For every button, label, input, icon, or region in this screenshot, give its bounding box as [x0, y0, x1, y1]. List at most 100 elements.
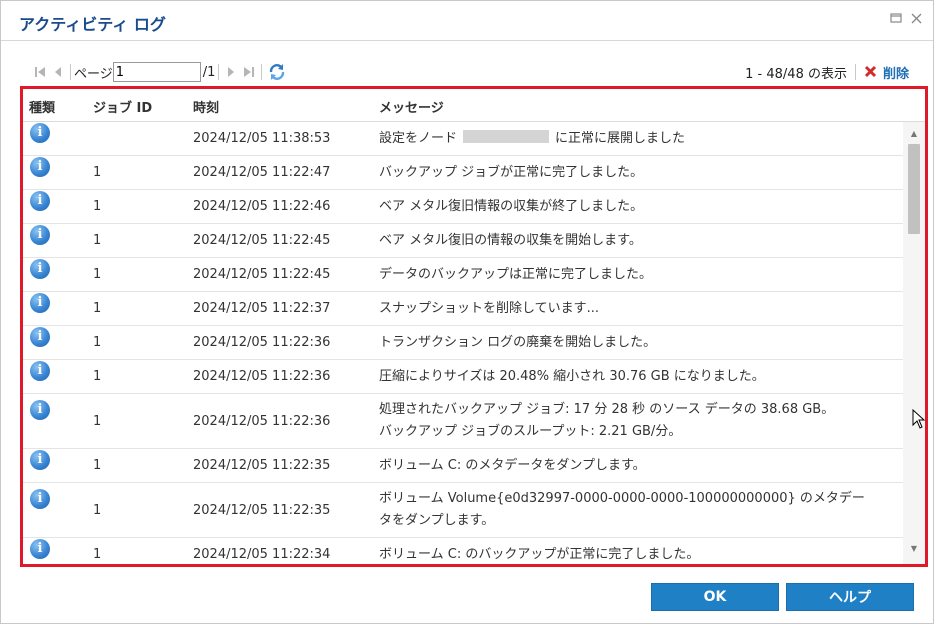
message-text: トランザクション ログの廃棄を開始しました。: [379, 335, 657, 350]
restore-icon[interactable]: [889, 11, 903, 25]
pager: ページ /1: [31, 61, 287, 83]
table-row[interactable]: i 1 2024/12/05 11:22:37 スナップショットを削除しています...: [23, 292, 903, 326]
table-row[interactable]: i 1 2024/12/05 11:22:36 圧縮によりサイズは 20.48% 縮小…: [23, 360, 903, 394]
grid-body: i 2024/12/05 11:38:53 設定をノード に正常に展開しました i 1 20…: [23, 122, 903, 564]
info-icon: i: [30, 123, 50, 143]
message-text: バックアップ ジョブが正常に完了しました。: [379, 165, 644, 180]
time-cell: 2024/12/05 11:22:47: [193, 165, 331, 180]
time-cell: 2024/12/05 11:38:53: [193, 131, 331, 146]
column-header-job-id[interactable]: ジョブ ID: [93, 97, 152, 116]
toolbar-right: 1 - 48/48 の表示 削除: [745, 61, 909, 83]
delete-button[interactable]: 削除: [883, 63, 909, 82]
info-icon: i: [30, 400, 50, 420]
info-icon: i: [30, 157, 50, 177]
message-cell: バックアップ ジョブが正常に完了しました。: [379, 162, 643, 184]
close-icon[interactable]: [909, 11, 923, 25]
column-header-message[interactable]: メッセージ: [379, 97, 444, 116]
prev-page-icon[interactable]: [49, 63, 67, 81]
scroll-down-icon[interactable]: ▼: [903, 540, 925, 556]
delete-icon[interactable]: [864, 63, 877, 82]
message-text: 設定をノード: [379, 131, 458, 146]
message-text: データのバックアップは正常に完了しました。: [379, 267, 653, 282]
log-grid: 種類 ジョブ ID 時刻 メッセージ i 2024/12/05 11:38:53 設…: [20, 86, 928, 567]
time-cell: 2024/12/05 11:22:45: [193, 267, 331, 282]
column-header-type[interactable]: 種類: [29, 97, 55, 116]
table-row[interactable]: i 1 2024/12/05 11:22:45 ベア メタル復旧の情報の収集を開始しま…: [23, 224, 903, 258]
message-cell: ボリューム C: のメタデータをダンプします。: [379, 455, 646, 477]
display-count: 1 - 48/48 の表示: [745, 66, 847, 82]
info-icon: i: [30, 293, 50, 313]
job-id-cell: 1: [93, 369, 102, 384]
table-row[interactable]: i 1 2024/12/05 11:22:36 トランザクション ログの廃棄を開始しま…: [23, 326, 903, 360]
vertical-scrollbar[interactable]: ▲ ▼: [903, 122, 925, 564]
page-label: ページ: [74, 66, 113, 82]
time-cell: 2024/12/05 11:22:46: [193, 199, 331, 214]
table-row[interactable]: i 1 2024/12/05 11:22:45 データのバックアップは正常に完了しまし…: [23, 258, 903, 292]
job-id-cell: 1: [93, 301, 102, 316]
job-id-cell: 1: [93, 165, 102, 180]
time-cell: 2024/12/05 11:22:45: [193, 233, 331, 248]
dialog-title: アクティビティ ログ: [19, 15, 166, 34]
table-row[interactable]: i 1 2024/12/05 11:22:46 ベア メタル復旧情報の収集が終了しまし…: [23, 190, 903, 224]
window-controls: [889, 11, 923, 25]
table-row[interactable]: i 1 2024/12/05 11:22:35 ボリューム Volume{e0d329…: [23, 483, 903, 538]
table-row[interactable]: i 1 2024/12/05 11:22:34 ボリューム C: のバックアップが正常…: [23, 538, 903, 564]
time-cell: 2024/12/05 11:22:36: [193, 369, 331, 384]
message-text: ボリューム Volume{e0d32997-0000-0000-0000-100…: [379, 491, 865, 506]
info-icon: i: [30, 225, 50, 245]
activity-log-dialog: アクティビティ ログ ページ /1: [0, 0, 934, 624]
time-cell: 2024/12/05 11:22:34: [193, 547, 331, 562]
table-row[interactable]: i 2024/12/05 11:38:53 設定をノード に正常に展開しました: [23, 122, 903, 156]
message-text: ベア メタル復旧情報の収集が終了しました。: [379, 199, 644, 214]
time-cell: 2024/12/05 11:22:36: [193, 414, 331, 429]
table-row[interactable]: i 1 2024/12/05 11:22:35 ボリューム C: のメタデータをダンプ…: [23, 449, 903, 483]
info-icon: i: [30, 191, 50, 211]
first-page-icon[interactable]: [31, 63, 49, 81]
job-id-cell: 1: [93, 233, 102, 248]
message-text: ボリューム C: のメタデータをダンプします。: [379, 458, 646, 473]
column-header-time[interactable]: 時刻: [193, 97, 219, 116]
dialog-titlebar: アクティビティ ログ: [1, 1, 933, 41]
message-text: ボリューム C: のバックアップが正常に完了しました。: [379, 547, 700, 562]
message-cell: スナップショットを削除しています...: [379, 298, 599, 320]
scroll-up-icon[interactable]: ▲: [903, 125, 925, 141]
table-row[interactable]: i 1 2024/12/05 11:22:47 バックアップ ジョブが正常に完了しまし…: [23, 156, 903, 190]
message-text: スナップショットを削除しています...: [379, 301, 600, 316]
info-icon: i: [30, 259, 50, 279]
redacted-node-name: [463, 130, 550, 143]
message-cell: ベア メタル復旧情報の収集が終了しました。: [379, 196, 643, 218]
toolbar-separator: [218, 64, 220, 80]
message-text: 圧縮によりサイズは 20.48% 縮小され 30.76 GB になりました。: [379, 369, 765, 384]
job-id-cell: 1: [93, 458, 102, 473]
page-total: /1: [202, 64, 216, 80]
message-cell: ボリューム C: のバックアップが正常に完了しました。: [379, 544, 699, 564]
message-cell: トランザクション ログの廃棄を開始しました。: [379, 332, 656, 354]
time-cell: 2024/12/05 11:22:35: [193, 503, 331, 518]
job-id-cell: 1: [93, 267, 102, 282]
message-text-line2: バックアップ ジョブのスループット: 2.21 GB/分。: [379, 424, 682, 439]
message-cell: ボリューム Volume{e0d32997-0000-0000-0000-100…: [379, 488, 865, 532]
help-button[interactable]: ヘルプ: [786, 583, 914, 611]
next-page-icon[interactable]: [222, 63, 240, 81]
last-page-icon[interactable]: [240, 63, 258, 81]
refresh-icon[interactable]: [267, 62, 287, 82]
time-cell: 2024/12/05 11:22:37: [193, 301, 331, 316]
time-cell: 2024/12/05 11:22:36: [193, 335, 331, 350]
message-cell: 設定をノード に正常に展開しました: [379, 128, 685, 150]
message-cell: データのバックアップは正常に完了しました。: [379, 264, 652, 286]
message-text-line2: タをダンプします。: [379, 513, 495, 528]
message-text: 処理されたバックアップ ジョブ: 17 分 28 秒 のソース データの 38.…: [379, 402, 835, 417]
page-number-input[interactable]: [112, 62, 201, 82]
ok-button[interactable]: OK: [651, 583, 779, 611]
job-id-cell: 1: [93, 199, 102, 214]
job-id-cell: 1: [93, 335, 102, 350]
dialog-footer: OK ヘルプ: [1, 575, 933, 623]
table-row[interactable]: i 1 2024/12/05 11:22:36 処理されたバックアップ ジョブ: 17…: [23, 394, 903, 449]
toolbar-separator: [70, 64, 71, 80]
info-icon: i: [30, 327, 50, 347]
scrollbar-thumb[interactable]: [908, 144, 920, 234]
time-cell: 2024/12/05 11:22:35: [193, 458, 331, 473]
info-icon: i: [30, 539, 50, 559]
info-icon: i: [30, 489, 50, 509]
mouse-cursor-icon: [912, 409, 926, 429]
